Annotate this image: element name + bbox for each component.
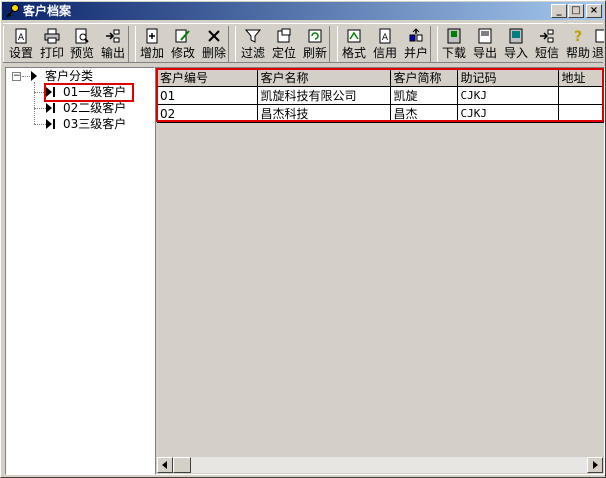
- help-icon: ?: [574, 29, 582, 44]
- tree-leaf-arrow-icon: [46, 103, 55, 113]
- tree-node-level2[interactable]: 02二级客户: [63, 100, 126, 116]
- toolbar-group-query: 过滤 定位 刷新: [235, 26, 330, 62]
- tree-node-level3[interactable]: 03三级客户: [63, 116, 126, 132]
- toolbar-group-edit: 增加 修改 删除: [135, 26, 229, 62]
- toolbar: A 设置 打印 预览 输出 增加 修改 删除 过滤 定位 刷新 格式 A 信用 …: [3, 23, 604, 63]
- delete-button[interactable]: 删除: [198, 26, 230, 62]
- preview-icon: [75, 28, 89, 44]
- import-icon: [509, 28, 523, 44]
- horizontal-scrollbar[interactable]: [157, 457, 603, 473]
- window-title: 客户档案: [23, 4, 72, 18]
- delete-x-icon: [208, 30, 220, 42]
- tree-connector: [22, 76, 30, 77]
- tree-connector: [34, 108, 46, 109]
- arrow-left-icon: [162, 461, 167, 469]
- close-button[interactable]: ×: [586, 4, 602, 18]
- tree-root-node[interactable]: 客户分类: [45, 68, 93, 84]
- toolbar-group-print: A 设置 打印 预览 输出: [3, 26, 129, 62]
- svg-text:?: ?: [574, 29, 582, 44]
- exit-icon: [595, 29, 604, 43]
- key-app-icon: [6, 4, 19, 18]
- maximize-button[interactable]: □: [568, 4, 584, 18]
- edit-icon: [175, 29, 190, 43]
- output-button[interactable]: 输出: [97, 26, 129, 62]
- toolbar-group-format: 格式 A 信用 并户: [337, 26, 431, 62]
- merge-icon: [409, 28, 423, 42]
- customer-archive-window: 客户档案 _ □ × A 设置 打印 预览 输出 增加 修改 删除 过滤 定位 …: [0, 0, 606, 478]
- tree-connector: [34, 82, 35, 124]
- grid-selection-highlight: [156, 68, 604, 122]
- scroll-left-button[interactable]: [157, 457, 173, 473]
- customer-grid: 客户编号 客户名称 客户简称 助记码 地址 01 凯旋科技有限公司 凯旋 CJK…: [155, 67, 605, 475]
- settings-doc-icon: A: [15, 28, 27, 44]
- tree-leaf-arrow-icon: [46, 119, 55, 129]
- merge-button[interactable]: 并户: [400, 26, 432, 62]
- tree-arrow-icon: [31, 71, 37, 81]
- printer-icon: [44, 28, 60, 44]
- scrollbar-thumb[interactable]: [173, 457, 191, 473]
- locate-icon: [277, 28, 291, 43]
- exit-button[interactable]: 退: [592, 26, 604, 62]
- minimize-button[interactable]: _: [551, 4, 567, 18]
- scroll-right-button[interactable]: [587, 457, 603, 473]
- format-icon: [347, 29, 361, 43]
- sms-icon: [540, 29, 554, 43]
- filter-funnel-icon: [245, 29, 261, 43]
- arrow-right-icon: [593, 461, 598, 469]
- export-icon: [478, 28, 492, 44]
- export-arrow-icon: [106, 29, 120, 43]
- download-icon: [447, 28, 461, 44]
- tree-selection-highlight: [44, 83, 134, 102]
- help-button[interactable]: ? 帮助: [562, 26, 594, 62]
- svg-text:A: A: [382, 33, 389, 43]
- customer-category-tree: − 客户分类 01一级客户 02二级客户 03三级客户: [5, 67, 155, 475]
- add-doc-icon: [146, 28, 158, 44]
- credit-icon: A: [379, 28, 391, 44]
- tree-expander[interactable]: −: [12, 72, 21, 81]
- tree-connector: [34, 124, 46, 125]
- title-bar: 客户档案 _ □ ×: [2, 2, 604, 20]
- svg-text:A: A: [18, 33, 25, 43]
- refresh-button[interactable]: 刷新: [299, 26, 331, 62]
- refresh-icon: [308, 29, 322, 43]
- toolbar-group-io: 下载 导出 导入 短信 ? 帮助 退: [437, 26, 604, 62]
